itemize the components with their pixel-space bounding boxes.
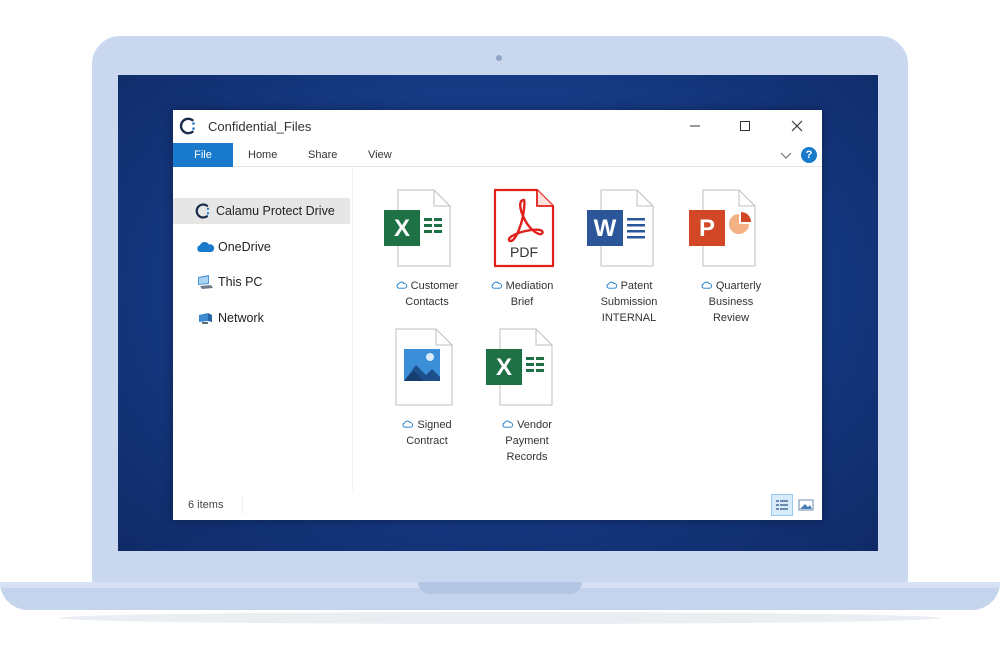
status-bar: 6 items [173,490,822,520]
file-glyph: X [394,215,410,242]
calamu-logo-icon [193,202,213,220]
calamu-logo-icon [179,117,195,135]
file-name: Patent Submission INTERNAL [600,280,658,324]
laptop-notch [418,582,582,594]
file-name: Signed Contract [372,417,482,449]
excel-file-icon: X [384,189,451,267]
nav-item-calamu-protect-drive[interactable]: Calamu Protect Drive [173,198,350,224]
ribbon-tabs: File Home Share View ? [173,143,822,167]
nav-item-label: Calamu Protect Drive [216,204,335,218]
minimize-icon [690,125,700,127]
details-view-button[interactable] [771,494,793,516]
tab-view[interactable]: View [368,143,392,167]
item-count: 6 items [188,499,224,511]
file-name: Mediation Brief [472,278,572,310]
minimize-button[interactable] [679,114,711,138]
nav-item-label: Network [218,311,264,325]
maximize-button[interactable] [729,114,761,138]
close-button[interactable] [781,114,813,138]
tab-file[interactable]: File [173,143,233,167]
cloud-sync-icon [606,281,617,289]
chevron-down-icon[interactable] [779,149,793,161]
details-view-icon [776,500,788,510]
status-divider [242,496,243,514]
file-name: Quarterly Business Review [676,278,786,326]
laptop-shadow [60,612,940,624]
webcam [496,55,502,61]
onedrive-cloud-icon [195,238,215,256]
cloud-sync-icon [701,281,712,289]
image-file-icon [395,328,453,406]
navigation-pane: Calamu Protect Drive OneDrive This PC Ne… [173,168,353,490]
pdf-file-icon: PDF [493,188,555,268]
cloud-sync-icon [502,420,514,428]
large-icons-view-button[interactable] [797,496,815,514]
cloud-sync-icon [402,420,414,428]
help-icon[interactable]: ? [801,147,817,163]
nav-item-label: This PC [218,275,263,289]
file-glyph: X [496,354,512,381]
large-icons-view-icon [798,499,814,511]
cloud-sync-icon [491,281,502,289]
file-glyph: W [594,215,617,242]
nav-item-this-pc[interactable]: This PC [173,269,350,295]
title-bar[interactable]: Confidential_Files [173,110,822,143]
nav-item-onedrive[interactable]: OneDrive [173,234,350,260]
powerpoint-file-icon: P [689,189,756,267]
this-pc-icon [195,273,215,291]
file-explorer-window[interactable]: Confidential_Files File Home Share View … [173,110,822,520]
file-list: X CustomerContacts PDF MediationBrief [354,168,822,490]
maximize-icon [740,121,750,131]
file-glyph: PDF [510,244,538,260]
file-name: Vendor Payment Records [472,417,582,465]
close-icon [791,120,803,132]
file-name: Customer Contacts [372,278,482,310]
nav-item-network[interactable]: Network [173,305,350,331]
cloud-sync-icon [396,281,407,289]
nav-item-label: OneDrive [218,240,271,254]
window-title: Confidential_Files [208,119,312,134]
file-glyph: P [699,215,715,242]
word-file-icon: W [587,189,654,267]
network-icon [195,309,215,327]
tab-home[interactable]: Home [248,143,277,167]
tab-share[interactable]: Share [308,143,337,167]
excel-file-icon: X [486,328,553,406]
marketing-scene: Confidential_Files File Home Share View … [0,0,1000,655]
